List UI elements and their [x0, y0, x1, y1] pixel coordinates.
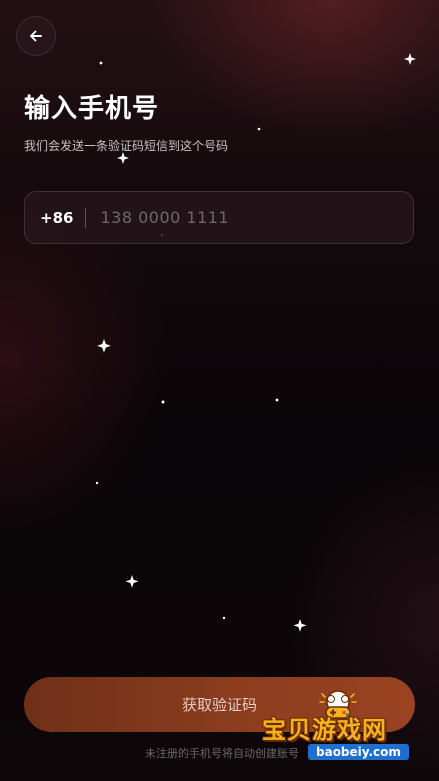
phone-number-input[interactable] — [98, 196, 413, 239]
phone-input-container[interactable]: +86 — [24, 191, 414, 244]
watermark-text: 宝贝游戏网 — [262, 716, 387, 744]
country-code-selector[interactable]: +86 — [40, 209, 73, 227]
watermark: 宝贝游戏网 baobeiy.com — [258, 688, 428, 768]
input-divider — [85, 207, 87, 228]
page-subtitle: 我们会发送一条验证码短信到这个号码 — [24, 139, 229, 153]
page-title: 输入手机号 — [24, 94, 160, 124]
watermark-url: baobeiy.com — [308, 744, 409, 760]
back-button[interactable] — [16, 16, 56, 56]
arrow-left-icon — [30, 30, 42, 42]
